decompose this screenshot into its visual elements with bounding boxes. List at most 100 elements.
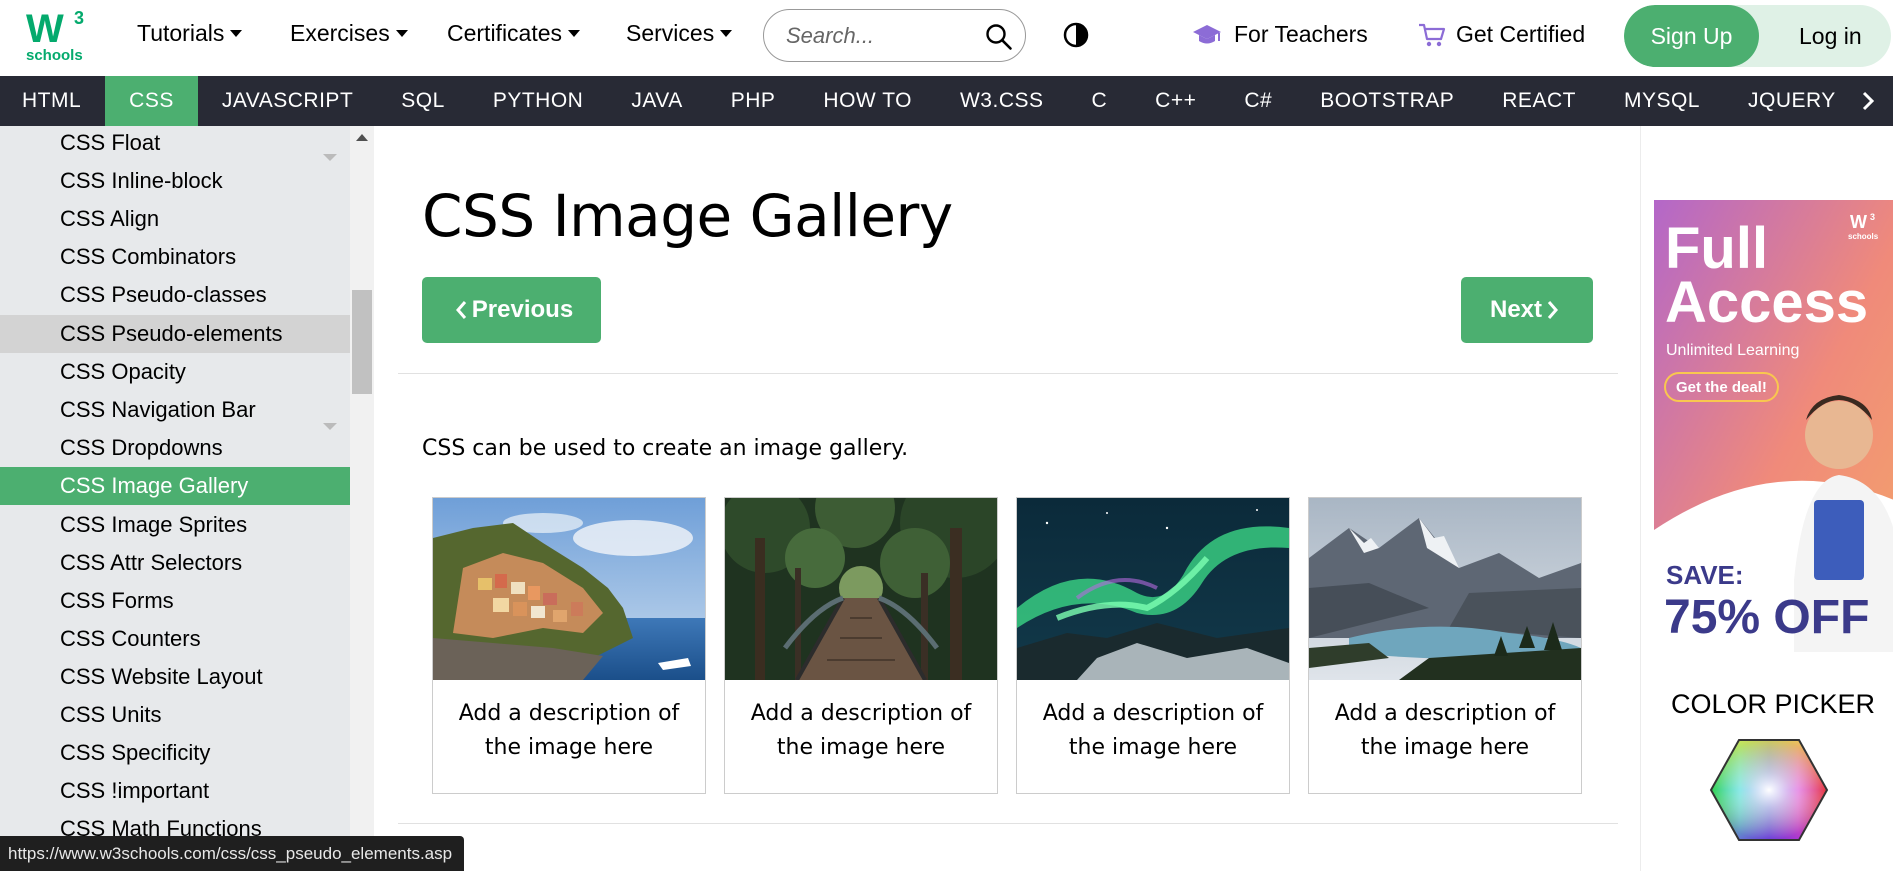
menu-services[interactable]: Services bbox=[626, 20, 733, 47]
gallery-image[interactable] bbox=[433, 498, 705, 680]
graduation-cap-icon bbox=[1193, 24, 1221, 43]
gallery-description-line: Add a description of bbox=[458, 701, 680, 726]
gallery-image[interactable] bbox=[1309, 498, 1581, 680]
chevron-right-icon bbox=[1862, 91, 1875, 111]
svg-text:W: W bbox=[26, 7, 64, 50]
menu-label: Exercises bbox=[290, 20, 390, 46]
topnav-scroll-right[interactable] bbox=[1843, 76, 1893, 126]
next-button[interactable]: Next bbox=[1461, 277, 1593, 343]
search-box bbox=[763, 9, 1026, 62]
topnav-php[interactable]: PHP bbox=[707, 76, 800, 126]
sidebar-item[interactable]: CSS Units bbox=[0, 696, 350, 734]
intro-text: CSS can be used to create an image galle… bbox=[422, 436, 909, 461]
gallery-image[interactable] bbox=[1017, 498, 1289, 680]
topnav-sql[interactable]: SQL bbox=[377, 76, 469, 126]
sidebar-item[interactable]: CSS Opacity bbox=[0, 353, 350, 391]
ad-subline: Unlimited Learning bbox=[1666, 342, 1800, 359]
color-picker-hexagon-icon[interactable] bbox=[1709, 738, 1829, 842]
scrollbar-thumb[interactable] bbox=[352, 290, 372, 394]
topnav-bootstrap[interactable]: BOOTSTRAP bbox=[1296, 76, 1478, 126]
shopping-cart-icon bbox=[1419, 23, 1446, 46]
get-certified-label: Get Certified bbox=[1456, 21, 1586, 47]
sidebar-item-hovered[interactable]: CSS Pseudo-elements bbox=[0, 315, 350, 353]
gallery-description-line: Add a description of bbox=[750, 701, 972, 726]
sidebar-item[interactable]: CSS Dropdowns bbox=[0, 429, 350, 467]
menu-tutorials[interactable]: Tutorials bbox=[137, 20, 243, 47]
get-certified-link[interactable]: Get Certified bbox=[1418, 21, 1585, 48]
gallery-description: Add a description of the image here bbox=[725, 697, 997, 765]
sidebar-item[interactable]: CSS Combinators bbox=[0, 238, 350, 276]
ad-get-deal-button[interactable]: Get the deal! bbox=[1664, 372, 1779, 402]
page-title: CSS Image Gallery bbox=[422, 182, 953, 250]
sidebar-item[interactable]: CSS Forms bbox=[0, 582, 350, 620]
scroll-up-arrow-icon[interactable] bbox=[356, 134, 368, 141]
previous-button[interactable]: Previous bbox=[422, 277, 601, 343]
topnav-howto[interactable]: HOW TO bbox=[799, 76, 936, 126]
left-sidebar: CSS Float CSS Inline-block CSS Align CSS… bbox=[0, 126, 350, 871]
full-access-ad[interactable]: W 3 schools Full Access Unlimited Learni… bbox=[1654, 200, 1893, 652]
sign-up-button[interactable]: Sign Up bbox=[1624, 5, 1759, 67]
chevron-right-icon bbox=[1547, 301, 1559, 319]
topnav-w3css[interactable]: W3.CSS bbox=[936, 76, 1068, 126]
caret-down-icon bbox=[230, 30, 243, 37]
topnav-html[interactable]: HTML bbox=[0, 76, 105, 126]
menu-label: Certificates bbox=[447, 20, 563, 46]
dark-mode-toggle-icon[interactable] bbox=[1063, 22, 1089, 48]
sidebar-scrollbar[interactable] bbox=[350, 126, 374, 871]
sidebar-item[interactable]: CSS Image Sprites bbox=[0, 506, 350, 544]
topnav-java[interactable]: JAVA bbox=[607, 76, 706, 126]
topnav-csharp[interactable]: C# bbox=[1220, 76, 1296, 126]
gallery-description: Add a description of the image here bbox=[1309, 697, 1581, 765]
topic-nav: HTML CSS JAVASCRIPT SQL PYTHON JAVA PHP … bbox=[0, 76, 1893, 126]
chevron-down-icon[interactable] bbox=[323, 154, 337, 161]
sidebar-item[interactable]: CSS Pseudo-classes bbox=[0, 276, 350, 314]
gallery-description-line: Add a description of bbox=[1042, 701, 1264, 726]
sidebar-item-active[interactable]: CSS Image Gallery bbox=[0, 467, 350, 505]
gallery-description-line: the image here bbox=[1360, 735, 1530, 760]
logo-text: schools bbox=[26, 47, 83, 64]
gallery-item[interactable]: Add a description of the image here bbox=[1308, 497, 1582, 794]
sidebar-item[interactable]: CSS !important bbox=[0, 772, 350, 810]
topnav-react[interactable]: REACT bbox=[1478, 76, 1600, 126]
topnav-mysql[interactable]: MYSQL bbox=[1600, 76, 1724, 126]
sidebar-item[interactable]: CSS Counters bbox=[0, 620, 350, 658]
gallery-description-line: the image here bbox=[776, 735, 946, 760]
ad-headline-line: Access bbox=[1665, 270, 1869, 335]
gallery-image[interactable] bbox=[725, 498, 997, 680]
topnav-css[interactable]: CSS bbox=[105, 76, 198, 126]
topnav-cpp[interactable]: C++ bbox=[1131, 76, 1220, 126]
sidebar-item[interactable]: CSS Attr Selectors bbox=[0, 544, 350, 582]
topnav-jquery[interactable]: JQUERY bbox=[1724, 76, 1860, 126]
next-label: Next bbox=[1489, 296, 1543, 323]
topnav-c[interactable]: C bbox=[1068, 76, 1132, 126]
link-status-bar: https://www.w3schools.com/css/css_pseudo… bbox=[0, 836, 465, 871]
sidebar-item[interactable]: CSS Inline-block bbox=[0, 162, 350, 200]
top-bar: W 3 schools Tutorials Exercises Certific… bbox=[0, 0, 1893, 76]
search-input[interactable] bbox=[786, 21, 976, 51]
sidebar-item[interactable]: CSS Website Layout bbox=[0, 658, 350, 696]
gallery-description: Add a description of the image here bbox=[433, 697, 705, 765]
sidebar-item[interactable]: CSS Align bbox=[0, 200, 350, 238]
log-in-button[interactable]: Log in bbox=[1759, 5, 1891, 67]
menu-exercises[interactable]: Exercises bbox=[290, 20, 408, 47]
gallery-item[interactable]: Add a description of the image here bbox=[432, 497, 706, 794]
search-icon[interactable] bbox=[985, 23, 1013, 51]
topnav-javascript[interactable]: JAVASCRIPT bbox=[198, 76, 377, 126]
previous-label: Previous bbox=[471, 296, 574, 323]
main-content: CSS Image Gallery Previous Next CSS can … bbox=[374, 126, 1640, 871]
w3schools-logo[interactable]: W 3 schools bbox=[24, 4, 88, 68]
for-teachers-link[interactable]: For Teachers bbox=[1192, 21, 1368, 48]
gallery-item[interactable]: Add a description of the image here bbox=[724, 497, 998, 794]
for-teachers-label: For Teachers bbox=[1234, 21, 1368, 47]
gallery-description: Add a description of the image here bbox=[1017, 697, 1289, 765]
sidebar-item[interactable]: CSS Navigation Bar bbox=[0, 391, 350, 429]
menu-certificates[interactable]: Certificates bbox=[447, 20, 581, 47]
logo-w3-icon: W 3 bbox=[26, 7, 84, 50]
sidebar-item[interactable]: CSS Float bbox=[0, 126, 350, 162]
gallery-description-line: the image here bbox=[1068, 735, 1238, 760]
gallery-item[interactable]: Add a description of the image here bbox=[1016, 497, 1290, 794]
topnav-python[interactable]: PYTHON bbox=[469, 76, 608, 126]
sidebar-item[interactable]: CSS Specificity bbox=[0, 734, 350, 772]
auth-buttons: Sign Up Log in bbox=[1624, 5, 1891, 67]
chevron-left-icon bbox=[455, 301, 466, 319]
